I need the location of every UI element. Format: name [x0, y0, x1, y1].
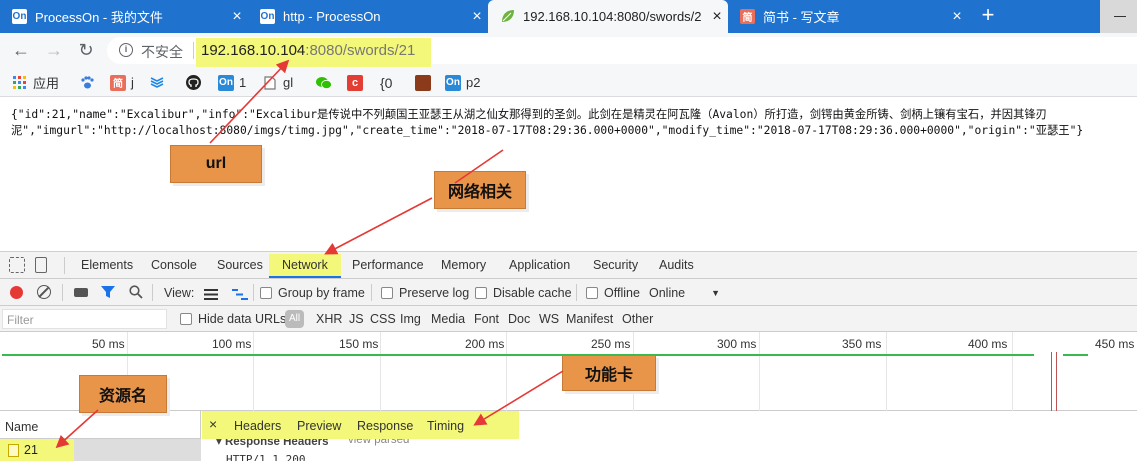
arrow — [55, 409, 99, 449]
arrow — [209, 59, 290, 144]
arrow — [473, 370, 564, 426]
arrow — [454, 149, 504, 184]
annotation-arrows — [55, 59, 564, 449]
browser-window: On ProcessOn - 我的文件 × On http - ProcessO… — [0, 0, 1137, 461]
arrow — [324, 197, 433, 255]
